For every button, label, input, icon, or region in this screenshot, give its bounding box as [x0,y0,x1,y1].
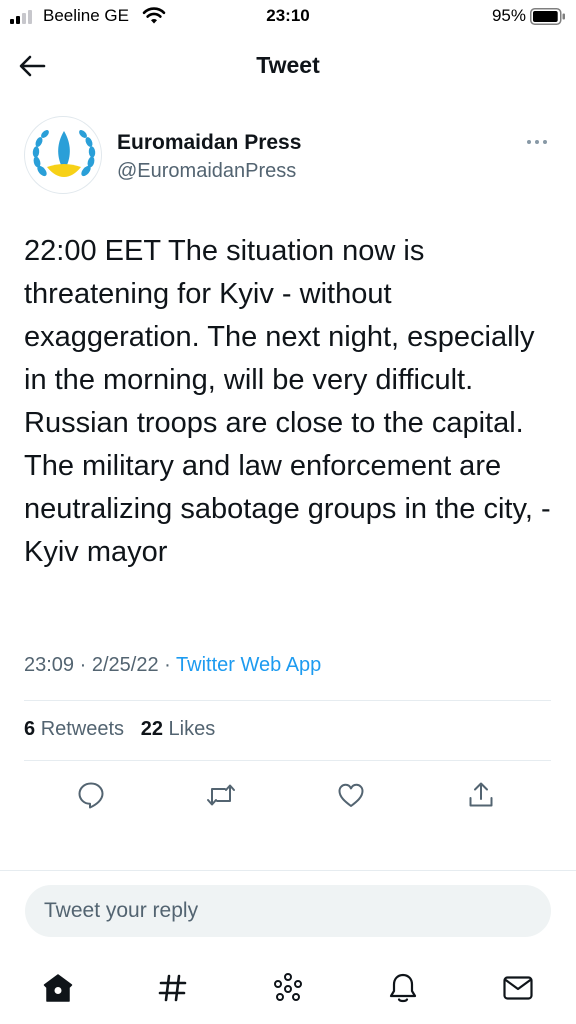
reply-button[interactable] [74,778,108,812]
tab-messages[interactable] [498,968,538,1008]
like-button[interactable] [334,778,368,812]
messages-icon [503,976,533,1000]
reply-input[interactable] [25,885,551,937]
retweets-count: 6 [24,718,36,740]
explore-icon [158,974,187,1002]
spaces-icon [274,973,302,1001]
share-button[interactable] [464,778,498,812]
tab-explore[interactable] [153,968,193,1008]
tweet-source-link[interactable]: Twitter Web App [176,654,321,676]
like-icon [338,783,364,807]
likes-label: Likes [168,718,216,740]
tweet-time: 23:09 [24,654,75,676]
retweets-stat[interactable]: 6 Retweets [24,718,124,740]
reply-box [25,885,551,937]
more-options-icon[interactable] [526,134,548,150]
tweet-stats: 6 Retweets 22 Likes [24,718,215,741]
author-name[interactable]: Euromaidan Press [117,131,301,155]
retweet-button[interactable] [204,778,238,812]
retweets-label: Retweets [40,718,125,740]
battery-icon [530,8,565,25]
divider [24,760,551,761]
likes-count: 22 [140,718,163,740]
status-time: 23:10 [266,6,310,25]
battery-percent: 95% [491,6,526,25]
retweet-icon [207,784,235,806]
author-handle[interactable]: @EuromaidanPress [117,160,296,183]
meta-separator: · [79,654,87,676]
status-bar: Beeline GE 23:10 95% [0,0,576,34]
tweet-text: 22:00 EET The situation now is threateni… [24,235,551,568]
tab-notifications[interactable] [383,968,423,1008]
tab-home[interactable] [38,968,78,1008]
tweet-actions [0,776,576,816]
home-icon [43,974,73,1002]
share-icon [469,782,493,807]
tweet-meta: 23:09 · 2/25/22 · Twitter Web App [24,654,321,677]
reply-icon [78,782,104,809]
tweet-date: 2/25/22 [91,654,159,676]
meta-separator: · [164,654,171,676]
page-title: Tweet [256,52,320,78]
avatar[interactable] [24,116,102,194]
tab-spaces[interactable] [268,968,308,1008]
notifications-icon [389,973,417,1003]
divider [0,870,576,871]
bottom-tab-bar [0,960,576,1016]
euromaidan-logo-icon [32,130,96,177]
likes-stat[interactable]: 22 Likes [141,718,216,740]
top-header: Tweet [0,34,576,98]
divider [24,700,551,701]
